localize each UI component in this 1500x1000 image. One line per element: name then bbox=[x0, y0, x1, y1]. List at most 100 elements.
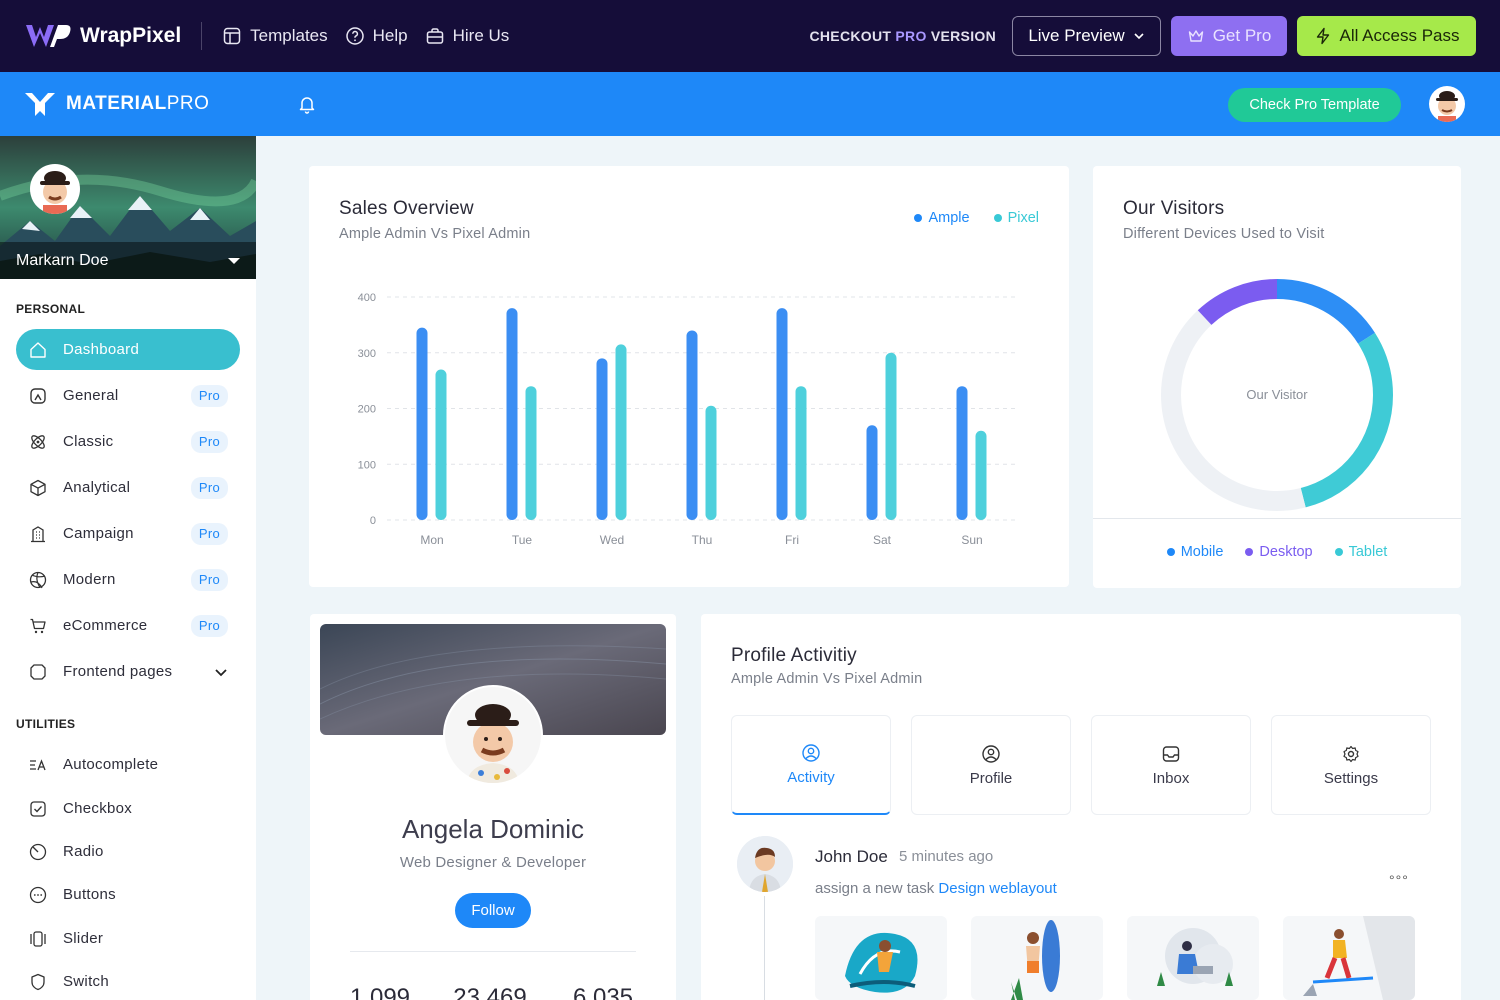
legend-mobile-label: Mobile bbox=[1180, 544, 1224, 560]
bar-pixel-wed[interactable] bbox=[615, 344, 627, 520]
templates-icon bbox=[223, 27, 241, 45]
check-pro-template-button[interactable]: Check Pro Template bbox=[1228, 88, 1401, 122]
activity-thumbnail-surfboard[interactable] bbox=[971, 916, 1103, 1000]
more-options-icon[interactable]: °°° bbox=[1389, 872, 1409, 888]
templates-link[interactable]: Templates bbox=[222, 26, 328, 46]
sidebar-item-radio[interactable]: Radio bbox=[16, 831, 240, 872]
legend-ample-label: Ample bbox=[928, 210, 970, 226]
hire-us-link[interactable]: Hire Us bbox=[425, 26, 509, 46]
activity-thumbnail-surfer[interactable] bbox=[815, 916, 947, 1000]
sidebar-item-slider[interactable]: Slider bbox=[16, 918, 240, 959]
bolt-icon bbox=[1316, 27, 1329, 45]
sidebar-item-modern[interactable]: Modern Pro bbox=[16, 559, 240, 600]
sidebar-item-switch[interactable]: Switch bbox=[16, 961, 240, 1000]
checkout-suffix: VERSION bbox=[930, 28, 996, 44]
profile-stat-1: 1,099 bbox=[349, 984, 411, 1000]
sidebar-item-autocomplete[interactable]: Autocomplete bbox=[16, 744, 240, 785]
sidebar-item-label: Radio bbox=[63, 843, 104, 860]
header-avatar[interactable] bbox=[1429, 86, 1465, 122]
legend-desktop: Desktop bbox=[1245, 544, 1313, 560]
divider bbox=[350, 951, 636, 952]
tab-inbox[interactable]: Inbox bbox=[1091, 715, 1251, 815]
help-link[interactable]: Help bbox=[345, 26, 408, 46]
bar-pixel-mon[interactable] bbox=[435, 369, 447, 520]
sidebar-item-buttons[interactable]: Buttons bbox=[16, 874, 240, 915]
activity-title: Profile Activitiy bbox=[731, 645, 857, 666]
bar-ample-tue[interactable] bbox=[506, 308, 518, 520]
y-tick-label: 100 bbox=[358, 459, 376, 471]
bar-ample-fri[interactable] bbox=[776, 308, 788, 520]
x-tick-label: Mon bbox=[420, 533, 443, 547]
checkout-pro-text[interactable]: CHECKOUT PRO VERSION bbox=[809, 28, 996, 44]
top-bar: WrapPixel Templates Help Hire Us CHECKOU… bbox=[0, 0, 1500, 72]
sidebar-avatar[interactable] bbox=[30, 164, 80, 214]
sales-subtitle: Ample Admin Vs Pixel Admin bbox=[339, 226, 531, 242]
bar-pixel-thu[interactable] bbox=[705, 405, 717, 520]
wrappixel-logo[interactable]: WrapPixel bbox=[24, 23, 181, 49]
tab-profile[interactable]: Profile bbox=[911, 715, 1071, 815]
ball-icon bbox=[28, 570, 48, 590]
sales-bar-chart: 0 100 200 300 400 Mon Tue Wed Thu Fri Sat Sun bbox=[358, 292, 1015, 547]
sidebar-item-general[interactable]: General Pro bbox=[16, 375, 240, 416]
sidebar-item-checkbox[interactable]: Checkbox bbox=[16, 788, 240, 829]
bar-pixel-sun[interactable] bbox=[975, 430, 987, 520]
sidebar-item-campaign[interactable]: Campaign Pro bbox=[16, 513, 240, 554]
user-circle-icon bbox=[982, 744, 1000, 763]
briefcase-icon bbox=[426, 28, 443, 44]
sidebar-item-ecommerce[interactable]: eCommerce Pro bbox=[16, 605, 240, 646]
radio-icon bbox=[28, 842, 48, 862]
divider bbox=[201, 22, 203, 50]
dots-circle-icon bbox=[28, 885, 48, 905]
live-preview-button[interactable]: Live Preview bbox=[1012, 16, 1161, 56]
bar-pixel-sat[interactable] bbox=[885, 352, 897, 520]
profile-avatar bbox=[443, 685, 543, 785]
checkout-pro: PRO bbox=[895, 28, 927, 44]
app-window-icon bbox=[28, 662, 48, 682]
pro-badge: Pro bbox=[191, 522, 228, 545]
activity-text: assign a new task Design weblayout bbox=[815, 880, 1057, 897]
bar-ample-thu[interactable] bbox=[686, 330, 698, 520]
sidebar-item-label: Modern bbox=[63, 571, 116, 588]
sidebar-item-label: General bbox=[63, 387, 119, 404]
visitors-card: Our Visitors Different Devices Used to V… bbox=[1093, 166, 1461, 588]
x-tick-label: Wed bbox=[600, 533, 624, 547]
sidebar-item-frontend-pages[interactable]: Frontend pages bbox=[16, 651, 240, 692]
tab-inbox-label: Inbox bbox=[1152, 769, 1190, 787]
legend-tablet-label: Tablet bbox=[1348, 544, 1388, 560]
activity-thumbnail-skier[interactable] bbox=[1283, 916, 1415, 1000]
wrappixel-mark-icon bbox=[26, 25, 71, 47]
activity-task-link[interactable]: Design weblayout bbox=[938, 880, 1056, 897]
x-tick-label: Sat bbox=[873, 533, 892, 547]
activity-time: 5 minutes ago bbox=[899, 848, 994, 865]
bar-ample-sun[interactable] bbox=[956, 386, 968, 520]
bell-icon[interactable] bbox=[297, 94, 317, 114]
bar-ample-wed[interactable] bbox=[596, 358, 608, 520]
sidebar-item-dashboard[interactable]: Dashboard bbox=[16, 329, 240, 370]
materialpro-logo[interactable]: MATERIALPRO bbox=[24, 91, 209, 117]
templates-label: Templates bbox=[250, 26, 328, 45]
slider-icon bbox=[28, 929, 48, 949]
activity-subtitle: Ample Admin Vs Pixel Admin bbox=[731, 671, 923, 687]
all-access-pass-button[interactable]: All Access Pass bbox=[1297, 16, 1476, 56]
tab-activity[interactable]: Activity bbox=[731, 715, 891, 815]
bar-ample-sat[interactable] bbox=[866, 425, 878, 520]
follow-button[interactable]: Follow bbox=[455, 893, 531, 928]
checkout-prefix: CHECKOUT bbox=[809, 28, 892, 44]
sidebar-item-label: Dashboard bbox=[63, 341, 140, 358]
sidebar-item-classic[interactable]: Classic Pro bbox=[16, 421, 240, 462]
user-circle-icon bbox=[802, 744, 820, 762]
sidebar-item-analytical[interactable]: Analytical Pro bbox=[16, 467, 240, 508]
y-tick-label: 0 bbox=[370, 515, 376, 527]
sidebar-item-label: Autocomplete bbox=[63, 756, 159, 773]
bar-pixel-tue[interactable] bbox=[525, 386, 537, 520]
tab-settings[interactable]: Settings bbox=[1271, 715, 1431, 815]
sidebar-user-name-bar[interactable]: Markarn Doe bbox=[0, 242, 256, 279]
activity-thumbnail-laptop[interactable] bbox=[1127, 916, 1259, 1000]
bar-ample-mon[interactable] bbox=[416, 327, 428, 520]
x-tick-label: Sun bbox=[961, 533, 982, 547]
sales-overview-card: Sales Overview Ample Admin Vs Pixel Admi… bbox=[309, 166, 1069, 587]
tab-activity-label: Activity bbox=[787, 769, 835, 786]
get-pro-button[interactable]: Get Pro bbox=[1171, 16, 1287, 56]
bar-pixel-fri[interactable] bbox=[795, 386, 807, 520]
y-tick-label: 300 bbox=[358, 348, 376, 360]
